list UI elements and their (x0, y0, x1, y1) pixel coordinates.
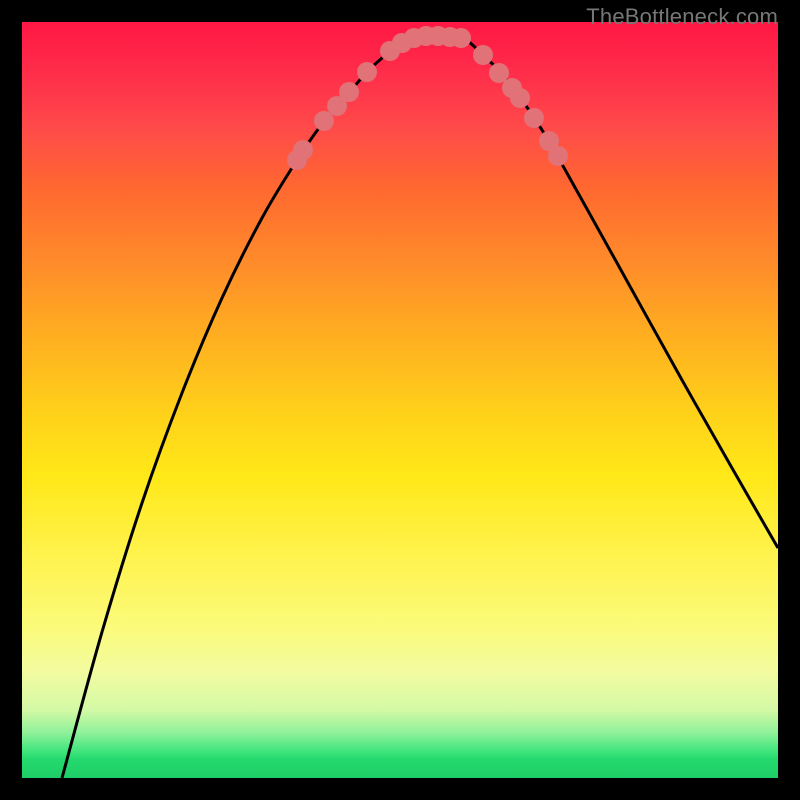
curve-marker (473, 45, 493, 65)
curve-marker (451, 28, 471, 48)
curve-marker (357, 62, 377, 82)
chart-frame: TheBottleneck.com (0, 0, 800, 800)
curve-svg (22, 22, 778, 778)
watermark-text: TheBottleneck.com (586, 4, 778, 30)
curve-marker (548, 146, 568, 166)
curve-marker (510, 88, 530, 108)
plot-area (22, 22, 778, 778)
curve-marker (524, 108, 544, 128)
curve-markers (287, 26, 568, 170)
curve-marker (339, 82, 359, 102)
curve-marker (293, 140, 313, 160)
bottleneck-curve (62, 36, 778, 778)
